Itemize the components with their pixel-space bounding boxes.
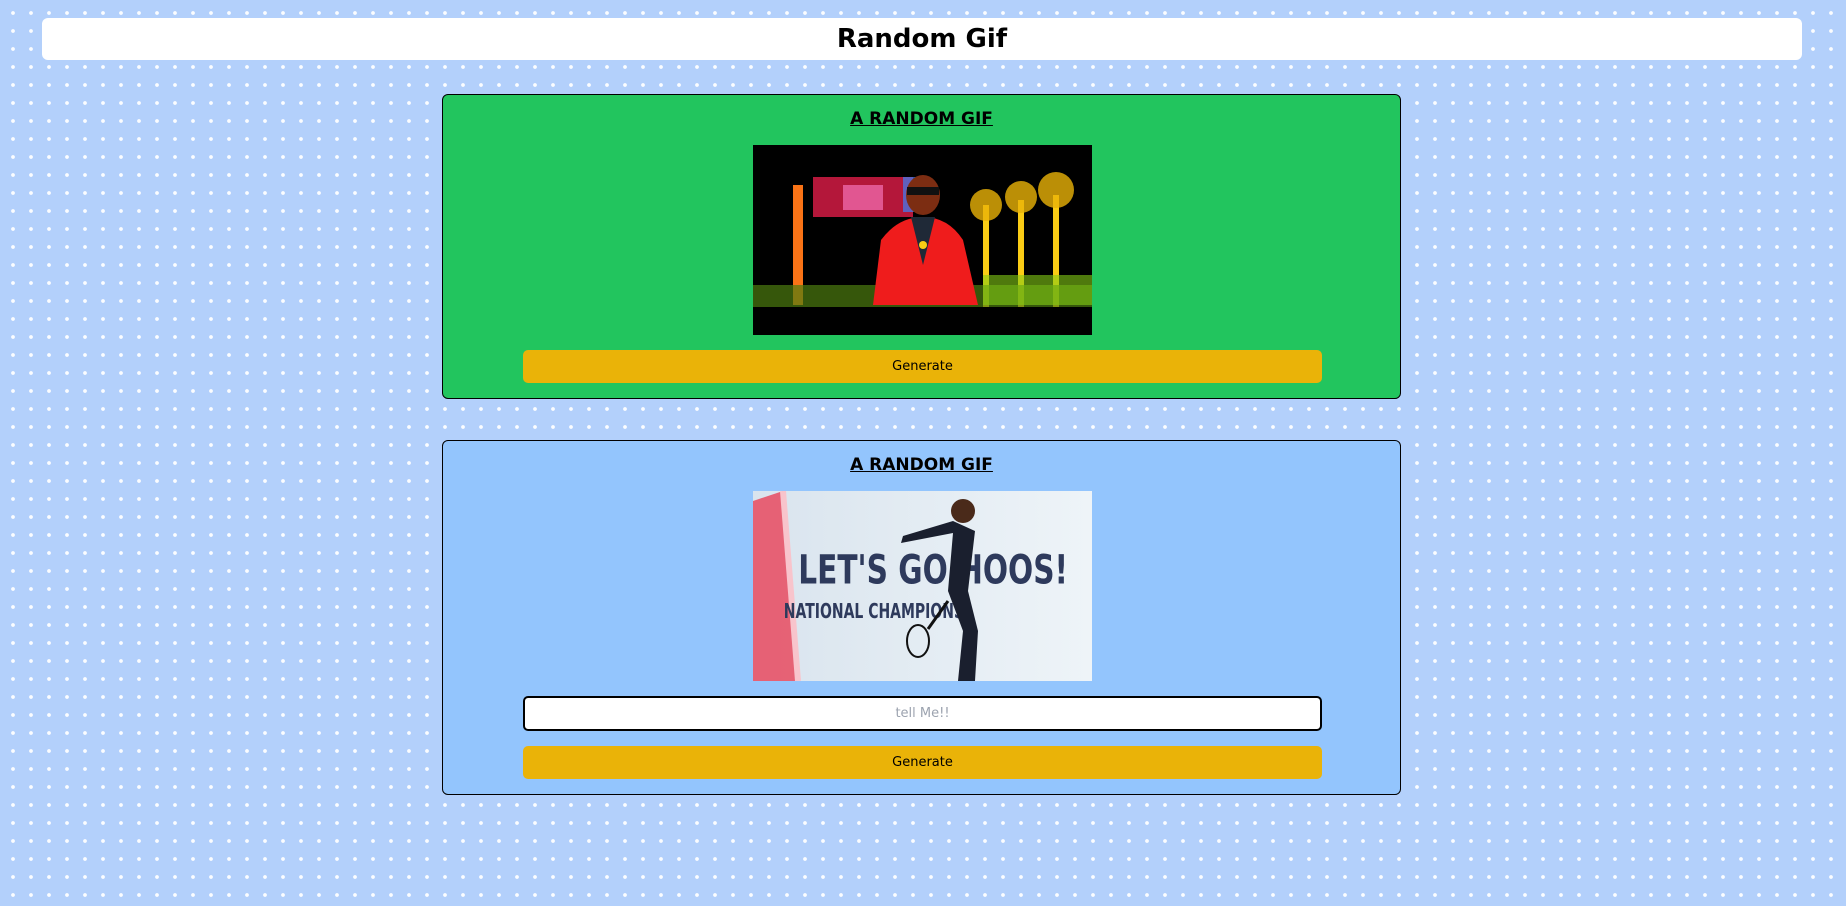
tag-search-input[interactable] bbox=[523, 696, 1322, 731]
page-header: Random Gif bbox=[42, 18, 1802, 60]
random-gif-card: A RANDOM GIF Generate bbox=[442, 94, 1401, 399]
gif-text-line2: NATIONAL CHAMPIONS bbox=[784, 601, 964, 624]
random-gif-card-title: A RANDOM GIF bbox=[850, 109, 993, 129]
tag-generate-button[interactable]: Generate bbox=[523, 746, 1322, 779]
tag-gif-card-title: A RANDOM GIF bbox=[850, 455, 993, 475]
tag-gif-image: LET'S GO HOOS! NATIONAL CHAMPIONS bbox=[753, 491, 1092, 681]
tag-gif-card: A RANDOM GIF LET'S GO HOOS! NATIONAL CHA… bbox=[442, 440, 1401, 795]
page-title: Random Gif bbox=[836, 24, 1008, 54]
random-generate-button[interactable]: Generate bbox=[523, 350, 1322, 383]
random-gif-image bbox=[753, 145, 1092, 335]
gif-text-line1: LET'S GO HOOS! bbox=[798, 547, 1068, 594]
